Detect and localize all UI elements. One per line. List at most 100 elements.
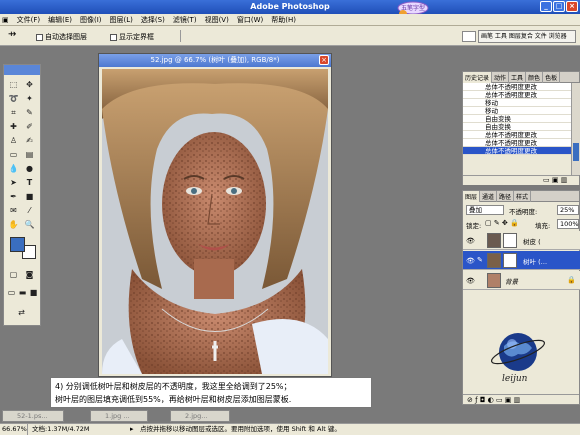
menu-layer[interactable]: 图层(L): [106, 14, 137, 26]
tab-actions[interactable]: 动作: [492, 72, 510, 83]
opacity-input[interactable]: 25%: [557, 205, 579, 215]
dodge-tool-icon[interactable]: ●: [24, 163, 35, 174]
notes-tool-icon[interactable]: ✉: [8, 205, 19, 216]
quickmask-mode-icon[interactable]: ◙: [24, 269, 35, 280]
eye-icon[interactable]: 👁: [466, 277, 475, 285]
pen-tool-icon[interactable]: ✒: [8, 191, 19, 202]
layer-row[interactable]: 👁 背景 🔒: [463, 271, 580, 290]
new-snapshot-icon[interactable]: ▣: [552, 176, 559, 184]
doc-close-button[interactable]: ×: [319, 55, 329, 65]
adjust-icon[interactable]: ◐: [488, 396, 494, 404]
brush-tool-icon[interactable]: ✐: [24, 121, 35, 132]
tab-color[interactable]: 颜色: [526, 72, 544, 83]
auto-select-checkbox[interactable]: 自动选择图层: [36, 32, 87, 42]
fx-icon[interactable]: ƒ: [475, 396, 477, 404]
stamp-tool-icon[interactable]: ♙: [8, 135, 19, 146]
history-item[interactable]: 移动: [463, 99, 571, 107]
history-item[interactable]: 移动: [463, 107, 571, 115]
tab-paths[interactable]: 路径: [497, 191, 515, 202]
slice-tool-icon[interactable]: ✎: [24, 107, 35, 118]
history-item[interactable]: 自由变换: [463, 115, 571, 123]
menu-help[interactable]: 帮助(H): [267, 14, 300, 26]
shape-tool-icon[interactable]: ■: [24, 191, 35, 202]
standard-mode-icon[interactable]: ▢: [8, 269, 19, 280]
screen-mode-3-icon[interactable]: ■: [28, 287, 39, 298]
blend-mode-select[interactable]: 叠加: [466, 205, 504, 215]
arrow-icon[interactable]: ▸: [130, 424, 134, 435]
screen-mode-2-icon[interactable]: ▬: [17, 287, 28, 298]
layers-tabs: 图层 通道 路径 样式: [463, 191, 579, 202]
history-item[interactable]: 总体不透明度更改: [463, 139, 571, 147]
layer-row-selected[interactable]: 👁 ✎ 树叶 (…: [463, 251, 580, 270]
align-buttons[interactable]: [180, 30, 260, 42]
layer-mask-thumbnail[interactable]: [503, 253, 517, 268]
foreground-color-swatch[interactable]: [10, 237, 25, 252]
menu-file[interactable]: 文件(F): [13, 14, 45, 26]
menu-filter[interactable]: 滤镜(T): [169, 14, 201, 26]
maximize-button[interactable]: □: [553, 1, 565, 12]
trash-icon[interactable]: ▥: [561, 176, 568, 184]
history-item[interactable]: 总体不透明度更改: [463, 131, 571, 139]
screen-mode-1-icon[interactable]: ▭: [6, 287, 17, 298]
menu-window[interactable]: 窗口(W): [233, 14, 267, 26]
minimized-doc-3[interactable]: 2.jpg...: [170, 410, 230, 422]
tab-tools[interactable]: 工具: [509, 72, 527, 83]
imageready-icon[interactable]: ⇄: [16, 307, 27, 318]
blur-tool-icon[interactable]: 💧: [8, 163, 19, 174]
document-titlebar[interactable]: 52.jpg @ 66.7% (树叶 (叠加), RGB/8*) ×: [99, 54, 331, 67]
eyedropper-icon[interactable]: ⁄: [24, 205, 35, 216]
eye-icon[interactable]: 👁: [466, 257, 475, 265]
scrollbar-thumb[interactable]: [573, 143, 579, 161]
marquee-tool-icon[interactable]: ⬚: [8, 79, 19, 90]
palette-toggle-icon[interactable]: [462, 31, 476, 42]
fill-input[interactable]: 100%: [557, 219, 579, 229]
history-item[interactable]: 总体不透明度更改: [463, 91, 571, 99]
palette-well[interactable]: 画笔 工具 图层复合 文件 浏览器: [478, 30, 576, 43]
menu-image[interactable]: 图像(I): [76, 14, 106, 26]
tab-channels[interactable]: 通道: [480, 191, 498, 202]
lasso-tool-icon[interactable]: ➰: [8, 93, 19, 104]
menu-edit[interactable]: 编辑(E): [44, 14, 76, 26]
layer-mask-thumbnail[interactable]: [503, 233, 517, 248]
ps-icon[interactable]: ▣: [0, 15, 13, 25]
link-icon[interactable]: ⊘: [467, 396, 473, 404]
tab-styles[interactable]: 样式: [514, 191, 532, 202]
layer-row[interactable]: 👁 树皮 (: [463, 231, 580, 250]
tab-layers[interactable]: 图层: [463, 191, 481, 202]
photo-canvas[interactable]: [102, 69, 328, 374]
close-button[interactable]: ×: [566, 1, 578, 12]
new-doc-icon[interactable]: ▭: [543, 176, 550, 184]
minimized-doc-2[interactable]: 1.jpg ...: [90, 410, 148, 422]
path-select-icon[interactable]: ➤: [8, 177, 19, 188]
history-item[interactable]: 总体不透明度更改: [463, 83, 571, 91]
trash-icon[interactable]: ▥: [514, 396, 521, 404]
hand-tool-icon[interactable]: ✋: [8, 219, 19, 230]
menu-select[interactable]: 选择(S): [137, 14, 169, 26]
zoom-tool-icon[interactable]: 🔍: [24, 219, 35, 230]
tab-history[interactable]: 历史记录: [463, 72, 493, 83]
type-tool-icon[interactable]: T: [24, 177, 35, 188]
history-brush-icon[interactable]: ✍: [24, 135, 35, 146]
move-tool-icon[interactable]: ✥: [24, 79, 35, 90]
history-item[interactable]: 自由变换: [463, 123, 571, 131]
healing-brush-icon[interactable]: ✚: [8, 121, 19, 132]
crop-tool-icon[interactable]: ⌗: [8, 107, 19, 118]
minimize-button[interactable]: _: [540, 1, 552, 12]
gradient-tool-icon[interactable]: ▤: [24, 149, 35, 160]
eraser-tool-icon[interactable]: ▭: [8, 149, 19, 160]
move-tool-icon[interactable]: ⇸: [8, 29, 16, 40]
portrait-image: [102, 69, 328, 374]
tab-swatches[interactable]: 色板: [543, 72, 561, 83]
eye-icon[interactable]: 👁: [466, 237, 475, 245]
mask-icon[interactable]: ◘: [480, 396, 486, 404]
history-scrollbar[interactable]: [571, 83, 580, 175]
show-bbox-checkbox[interactable]: 显示定界框: [110, 32, 154, 42]
history-item-selected[interactable]: 总体不透明度更改: [463, 147, 571, 155]
new-layer-icon[interactable]: ▣: [505, 396, 512, 404]
menu-view[interactable]: 视图(V): [201, 14, 233, 26]
zoom-level[interactable]: 66.67%: [2, 424, 28, 435]
folder-icon[interactable]: ▭: [496, 396, 503, 404]
lock-icons[interactable]: ▢ ✎ ✥ 🔒: [485, 219, 519, 227]
magic-wand-icon[interactable]: ✦: [24, 93, 35, 104]
minimized-doc-1[interactable]: 52-1.ps...: [2, 410, 64, 422]
